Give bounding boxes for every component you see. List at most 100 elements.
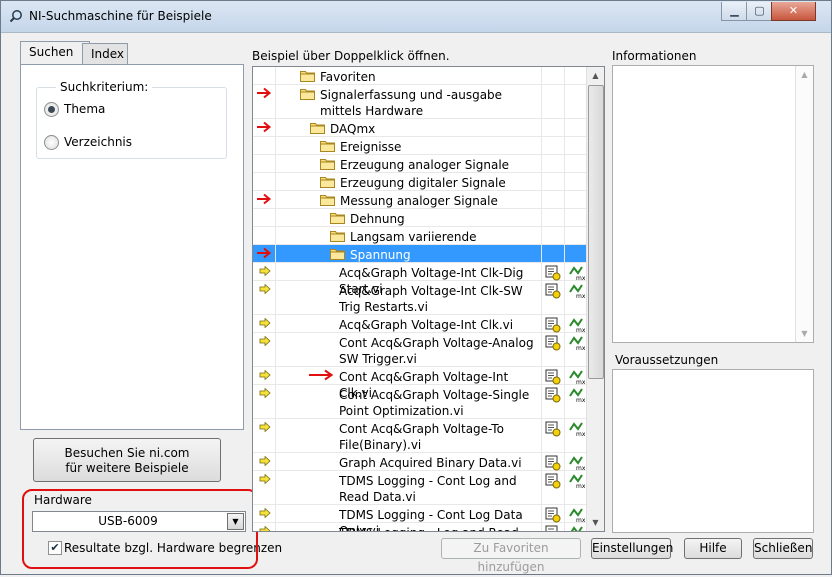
requirements-label: Voraussetzungen	[615, 353, 719, 367]
row-vi-icon-cell	[541, 119, 564, 136]
tree-folder-row[interactable]: Favoriten	[253, 67, 586, 85]
row-name-cell: Cont Acq&Graph Voltage-Analog SW Trigger…	[276, 333, 541, 366]
folder-icon	[330, 213, 345, 224]
row-name-cell: TDMS Logging - Cont Log and Read Data.vi	[276, 471, 541, 504]
tree-folder-row[interactable]: Erzeugung digitaler Signale	[253, 173, 586, 191]
daqmx-icon: mx	[569, 336, 585, 351]
tree-vi-row[interactable]: TDMS Logging - Cont Log Data Only.vi mx	[253, 505, 586, 531]
hardware-highlight-annotation	[22, 489, 258, 569]
row-vi-icon-cell	[541, 367, 564, 385]
scroll-down-icon[interactable]: ▼	[796, 325, 813, 342]
row-label: Cont Acq&Graph Voltage-Analog SW Trigger…	[339, 336, 534, 366]
close-window-button[interactable]: ✕	[771, 2, 816, 21]
vi-run-icon	[545, 283, 561, 299]
radio-verzeichnis-label[interactable]: Verzeichnis	[64, 135, 132, 149]
scroll-down-icon[interactable]: ▼	[587, 514, 604, 531]
tree-folder-row[interactable]: Langsam variierende Spannungssignale	[253, 227, 586, 260]
magnifier-app-icon	[9, 10, 22, 23]
tab-index[interactable]: Index	[82, 43, 128, 64]
tree-vi-row[interactable]: Acq&Graph Voltage-Int Clk-Dig Start.vi mx	[253, 263, 586, 296]
folder-icon	[320, 141, 335, 152]
row-name-cell: Acq&Graph Voltage-Int Clk-Dig Start.vi	[276, 263, 541, 296]
row-hardware-icon-cell: mx	[564, 419, 587, 452]
vi-run-icon	[545, 525, 558, 531]
row-hardware-icon-cell: mx	[564, 315, 587, 333]
tree-folder-row[interactable]: Signalerfassung und -ausgabe mittels Har…	[253, 85, 586, 119]
folder-icon	[330, 231, 345, 242]
tree-folder-row[interactable]: Erzeugung analoger Signale	[253, 155, 586, 173]
row-hardware-icon-cell: mx	[564, 523, 587, 531]
row-vi-icon-cell	[541, 315, 564, 333]
minimize-button[interactable]: ▁	[721, 2, 748, 21]
tree-folder-row[interactable]: Messung analoger Signale	[253, 191, 586, 209]
row-label: Erzeugung analoger Signale	[340, 158, 510, 172]
requirements-box[interactable]	[612, 369, 814, 533]
tree-vi-row[interactable]: Cont Acq&Graph Voltage-Analog SW Trigger…	[253, 333, 586, 367]
row-marker-cell	[253, 155, 276, 172]
tree-vi-row[interactable]: Cont Acq&Graph Voltage-Int Clk.vi mx	[253, 367, 586, 400]
tree-folder-row[interactable]: Ereignisse	[253, 137, 586, 155]
tree-vi-row[interactable]: TDMS Logging - Cont Log and Read Data.vi…	[253, 471, 586, 505]
row-marker-cell	[253, 333, 276, 366]
help-button[interactable]: Hilfe	[684, 538, 742, 559]
row-label: Cont Acq&Graph Voltage-To File(Binary).v…	[339, 422, 504, 452]
scroll-up-icon[interactable]: ▲	[796, 66, 813, 83]
visit-ni-com-button[interactable]: Besuchen Sie ni.com für weitere Beispiel…	[33, 438, 221, 482]
tree-vi-row[interactable]: Cont Acq&Graph Voltage-To File(Binary).v…	[253, 419, 586, 453]
information-label: Informationen	[612, 49, 697, 63]
red-arrow-icon	[257, 247, 272, 259]
close-button[interactable]: Schließen	[753, 538, 813, 559]
row-label: Acq&Graph Voltage-Int Clk.vi	[339, 318, 514, 332]
information-box[interactable]: ▲ ▼	[612, 65, 814, 343]
row-marker-cell	[253, 263, 276, 280]
radio-selected-dot	[48, 106, 55, 113]
radio-verzeichnis[interactable]	[44, 135, 59, 150]
settings-label: Einstellungen	[592, 541, 674, 555]
tree-folder-row[interactable]: Spannung	[253, 245, 587, 263]
row-marker-cell	[253, 173, 276, 190]
tree-scrollbar[interactable]: ▲ ▼	[586, 67, 604, 531]
row-marker-cell	[253, 209, 276, 226]
row-name-cell: Cont Acq&Graph Voltage-To File(Binary).v…	[276, 419, 541, 452]
red-arrow-icon	[257, 87, 272, 99]
row-vi-icon-cell	[541, 453, 564, 471]
row-hardware-icon-cell	[564, 155, 587, 172]
row-vi-icon-cell	[541, 263, 564, 281]
tree-vi-row[interactable]: Cont Acq&Graph Voltage-Single Point Opti…	[253, 385, 586, 419]
row-marker-cell	[253, 227, 276, 244]
vi-run-icon	[545, 369, 561, 385]
settings-button[interactable]: Einstellungen	[591, 538, 674, 559]
vi-run-icon	[545, 507, 561, 523]
tree-vi-row[interactable]: Acq&Graph Voltage-Int Clk.vi mx	[253, 315, 586, 333]
row-name-cell: Langsam variierende Spannungssignale	[276, 227, 541, 260]
svg-text:mx: mx	[576, 397, 585, 403]
tree-vi-row[interactable]: TDMS Logging - Log and Read Data.vi mx	[253, 523, 587, 531]
tree-vi-row[interactable]: Acq&Graph Voltage-Int Clk-SW Trig Restar…	[253, 281, 586, 315]
row-name-cell: Acq&Graph Voltage-Int Clk-SW Trig Restar…	[276, 281, 541, 314]
tree-label: Beispiel über Doppelklick öffnen.	[252, 49, 450, 63]
row-vi-icon-cell	[541, 173, 564, 190]
yellow-arrow-icon	[259, 456, 271, 466]
tab-suchen[interactable]: Suchen	[20, 41, 90, 64]
add-to-favorites-button[interactable]: Zu Favoriten hinzufügen	[441, 538, 581, 574]
radio-thema[interactable]	[44, 102, 59, 117]
example-tree[interactable]: Favoriten Signalerfassung und -ausgabe mi…	[252, 66, 605, 532]
vi-run-icon	[545, 265, 561, 281]
close-label: Schließen	[754, 541, 813, 555]
tree-folder-row[interactable]: Dehnung	[253, 209, 586, 227]
scroll-thumb[interactable]	[588, 85, 604, 379]
scroll-up-icon[interactable]: ▲	[587, 67, 604, 84]
row-label: Ereignisse	[340, 140, 402, 154]
row-vi-icon-cell	[541, 155, 564, 172]
radio-thema-label[interactable]: Thema	[64, 102, 105, 116]
row-marker-cell	[253, 471, 276, 504]
tree-vi-row[interactable]: Graph Acquired Binary Data.vi mx	[253, 453, 586, 471]
daqmx-icon: mx	[569, 284, 585, 299]
info-scrollbar[interactable]: ▲ ▼	[795, 66, 813, 342]
row-marker-cell	[253, 281, 276, 314]
row-marker-cell	[253, 419, 276, 452]
window-title: NI-Suchmaschine für Beispiele	[29, 9, 212, 23]
tree-folder-row[interactable]: DAQmx	[253, 119, 586, 137]
svg-text:mx: mx	[576, 483, 585, 489]
maximize-button[interactable]: ▢	[746, 2, 773, 21]
